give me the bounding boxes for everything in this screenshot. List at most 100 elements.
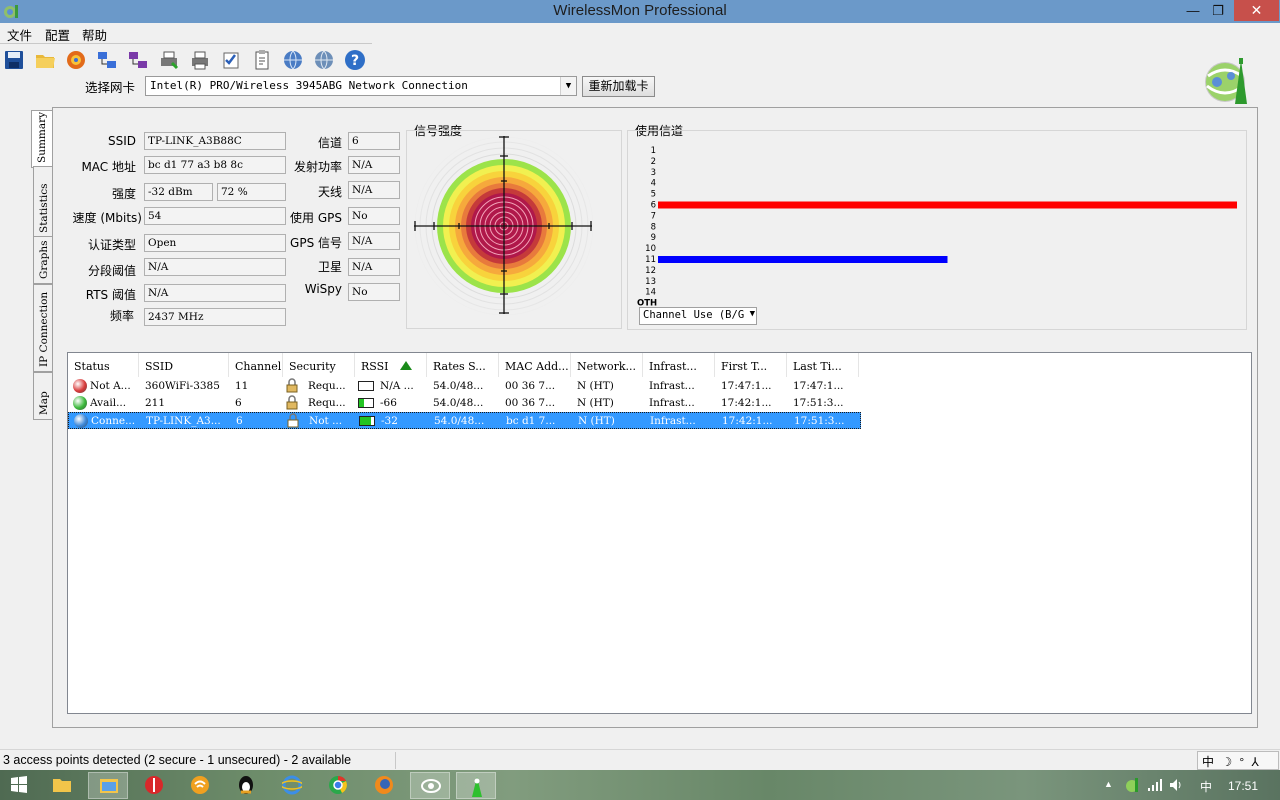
network-config-icon[interactable]	[127, 49, 149, 71]
restore-button[interactable]: ❐	[1205, 0, 1231, 21]
checklist-icon[interactable]	[220, 49, 242, 71]
column-header-security[interactable]: Security	[283, 353, 355, 377]
table-row[interactable]: Conne... TP-LINK_A3... 6 54.0/48... bc d1 7.…	[68, 412, 861, 429]
open-folder-icon[interactable]	[34, 49, 56, 71]
taskbar-explorer-window[interactable]	[88, 772, 128, 799]
volume-icon[interactable]	[1168, 777, 1184, 793]
ssid-field: TP-LINK_A3B88C	[144, 132, 286, 150]
cell-mac: bc d1 7...	[506, 415, 556, 427]
column-header-rates[interactable]: Rates S...	[427, 353, 499, 377]
cell-infra: Infrast...	[649, 397, 695, 409]
strength-label: 强度	[111, 187, 136, 201]
cell-infra: Infrast...	[649, 380, 695, 392]
close-button[interactable]: ✕	[1234, 0, 1279, 21]
taskbar-internet-explorer[interactable]	[272, 772, 312, 799]
table-row[interactable]: Not A... 360WiFi-3385 11 54.0/48... 00 36 7.…	[68, 378, 861, 395]
taskbar-file-explorer[interactable]	[42, 772, 82, 799]
taskbar-security-app[interactable]	[134, 772, 174, 799]
chevron-down-icon[interactable]: ▼	[750, 309, 755, 319]
menu-file[interactable]: 文件	[7, 25, 32, 44]
column-header-rssi[interactable]: RSSI	[355, 353, 427, 377]
taskbar-firefox[interactable]	[364, 772, 404, 799]
satellite-field: N/A	[348, 258, 400, 276]
strength-percent-field: 72 %	[217, 183, 286, 201]
rssi-bar-fill	[360, 417, 371, 425]
help-icon[interactable]: ?	[344, 49, 366, 71]
folder-icon	[53, 779, 71, 792]
channel-usage-bar-6	[658, 201, 1237, 209]
wifi-app-icon	[191, 776, 209, 794]
adapter-selected-value: Intel(R) PRO/Wireless 3945ABG Network Co…	[150, 79, 468, 92]
channel-use-chart: 1234567891011121314OTH	[637, 146, 1237, 309]
network-icon[interactable]	[96, 49, 118, 71]
cell-channel: 6	[235, 397, 242, 409]
channel-view-select[interactable]: Channel Use (B/G ▼	[639, 307, 757, 325]
adapter-select[interactable]: Intel(R) PRO/Wireless 3945ABG Network Co…	[145, 76, 577, 96]
reload-card-button[interactable]: 重新加载卡	[582, 76, 655, 97]
ime-toolbar[interactable]: 中 ☽ ° ⅄ 宏	[1197, 751, 1279, 786]
tab-ip-connection[interactable]: IP Connection	[33, 284, 53, 372]
cell-ssid: TP-LINK_A3...	[146, 415, 221, 427]
taskbar-wifi-app[interactable]	[180, 772, 220, 799]
clipboard-icon[interactable]	[251, 49, 273, 71]
taskbar-app-window[interactable]	[410, 772, 450, 799]
column-header-channel[interactable]: Channel	[229, 353, 283, 377]
channel-axis-label-12: 12	[645, 266, 656, 276]
chevron-down-icon[interactable]: ▼	[560, 77, 576, 95]
auth-field: Open	[144, 234, 286, 252]
column-header-infrastructure[interactable]: Infrast...	[643, 353, 715, 377]
rssi-bar	[358, 398, 374, 408]
tray-wirelessmon-icon[interactable]	[1124, 777, 1140, 793]
start-button[interactable]	[0, 772, 40, 799]
antenna-field: N/A	[348, 181, 400, 199]
column-header-status[interactable]: Status	[68, 353, 139, 377]
cell-status: Not A...	[90, 380, 131, 392]
clock[interactable]: 17:51	[1228, 779, 1258, 793]
wifi-signal-icon[interactable]	[1146, 777, 1162, 793]
channel-label: 信道	[317, 136, 342, 150]
tab-summary[interactable]: Summary	[31, 110, 54, 168]
channel-axis-label-8: 8	[651, 222, 656, 232]
cell-network: N (HT)	[578, 415, 615, 427]
column-header-ssid[interactable]: SSID	[139, 353, 229, 377]
ime-indicator-icon[interactable]: 中	[1200, 778, 1212, 795]
tray-expand-icon[interactable]: ▲	[1104, 779, 1113, 789]
column-header-network[interactable]: Network...	[571, 353, 643, 377]
cell-status: Avail...	[90, 397, 127, 409]
minimize-button[interactable]: —	[1180, 0, 1206, 21]
cell-last: 17:51:3...	[794, 415, 845, 427]
column-header-last-time[interactable]: Last Ti...	[787, 353, 859, 377]
print-preview-icon[interactable]	[189, 49, 211, 71]
taskbar-qq[interactable]	[226, 772, 266, 799]
shield-icon	[145, 776, 163, 794]
taskbar-wirelessmon[interactable]	[456, 772, 496, 799]
taskbar-chrome[interactable]	[318, 772, 358, 799]
cell-security: Not ...	[309, 415, 343, 427]
menu-help[interactable]: 帮助	[82, 25, 107, 44]
record-icon[interactable]	[65, 49, 87, 71]
tab-statistics[interactable]: Statistics	[33, 166, 53, 238]
channel-axis-label-5: 5	[651, 190, 656, 200]
print-icon[interactable]	[158, 49, 180, 71]
cell-channel: 11	[235, 380, 249, 392]
column-header-mac[interactable]: MAC Add...	[499, 353, 571, 377]
table-row[interactable]: Avail... 211 6 54.0/48... 00 36 7... N (HT) In…	[68, 395, 861, 412]
column-header-first-time[interactable]: First T...	[715, 353, 787, 377]
lock-icon	[287, 413, 299, 428]
frequency-label: 频率	[109, 309, 134, 323]
tab-graphs[interactable]: Graphs	[33, 236, 53, 284]
save-icon[interactable]	[3, 49, 25, 71]
cell-last: 17:51:3...	[793, 397, 844, 409]
cell-security: Requ...	[308, 380, 346, 392]
rssi-bar	[359, 416, 375, 426]
menu-config[interactable]: 配置	[45, 25, 70, 44]
adapter-label: 选择网卡	[85, 81, 136, 95]
cell-channel: 6	[236, 415, 243, 427]
rssi-bar	[358, 381, 374, 391]
access-point-table[interactable]: Status SSID Channel Security RSSI Rates …	[67, 352, 1252, 714]
web-globe-icon[interactable]	[282, 49, 304, 71]
web-update-icon[interactable]	[313, 49, 335, 71]
wispy-field: No	[348, 283, 400, 301]
tab-map[interactable]: Map	[33, 372, 53, 420]
channel-axis-label-7: 7	[651, 211, 656, 221]
